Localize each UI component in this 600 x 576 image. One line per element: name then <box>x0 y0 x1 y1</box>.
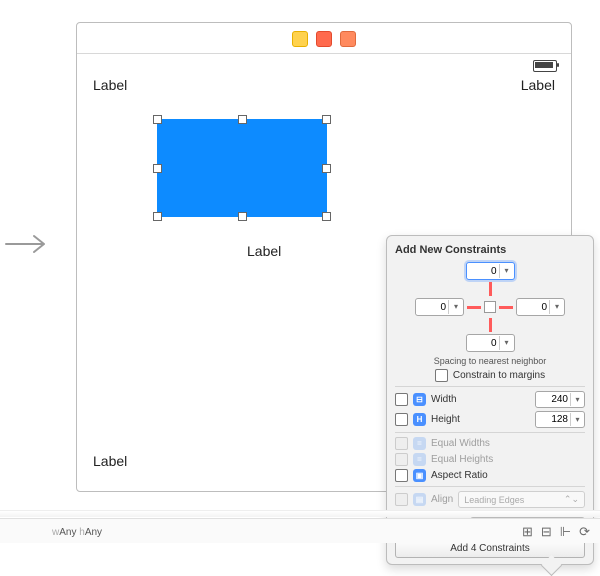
align-checkbox <box>395 493 408 506</box>
toolbar-button-red[interactable] <box>316 31 332 47</box>
right-spacing-input[interactable] <box>517 300 549 314</box>
canvas-label-bottom-left[interactable]: Label <box>93 453 127 469</box>
equal-heights-checkbox <box>395 453 408 466</box>
equal-widths-icon: = <box>413 437 426 450</box>
height-icon: H <box>413 413 426 426</box>
canvas-label-center[interactable]: Label <box>247 243 281 259</box>
resolve-icon[interactable]: ⟳ <box>579 524 590 540</box>
equal-heights-icon: = <box>413 453 426 466</box>
width-checkbox[interactable] <box>395 393 408 406</box>
height-checkbox[interactable] <box>395 413 408 426</box>
resize-handle[interactable] <box>322 115 331 124</box>
width-icon: ⊟ <box>413 393 426 406</box>
separator <box>395 386 585 387</box>
layout-toolbar: ⊞ ⊟ ⊩ ⟳ <box>522 524 590 540</box>
size-class-control[interactable]: wAny hAny <box>52 527 102 538</box>
top-spacing-field[interactable]: ▾ <box>466 262 515 280</box>
spacing-caption: Spacing to nearest neighbor <box>395 356 585 366</box>
canvas-label-top-left[interactable]: Label <box>93 77 127 93</box>
width-label: Width <box>431 394 457 405</box>
resize-handle[interactable] <box>322 164 331 173</box>
updown-icon: ⌃⌄ <box>564 494 579 505</box>
left-spacing-input[interactable] <box>416 300 448 314</box>
align-icon: ▤ <box>413 493 426 506</box>
constrain-margins-label: Constrain to margins <box>453 370 545 381</box>
aspect-ratio-label: Aspect Ratio <box>431 470 488 481</box>
toolbar-button-yellow[interactable] <box>292 31 308 47</box>
resize-handle[interactable] <box>153 212 162 221</box>
align-tool-icon[interactable]: ⊟ <box>541 524 552 540</box>
resize-handle[interactable] <box>322 212 331 221</box>
bottom-bar: wAny hAny ⊞ ⊟ ⊩ ⟳ <box>0 518 600 543</box>
chevron-down-icon[interactable]: ▾ <box>549 300 564 314</box>
canvas-toolbar <box>77 23 571 54</box>
constrain-margins-checkbox[interactable] <box>435 369 448 382</box>
height-val: Any <box>85 527 102 538</box>
left-strut-icon[interactable] <box>467 306 481 309</box>
chevron-down-icon[interactable]: ▾ <box>448 300 463 314</box>
popover-title: Add New Constraints <box>395 244 585 256</box>
equal-widths-label: Equal Widths <box>431 438 490 449</box>
resize-handle[interactable] <box>238 212 247 221</box>
align-label: Align <box>431 494 453 505</box>
width-input[interactable] <box>536 393 570 406</box>
resize-handle[interactable] <box>153 115 162 124</box>
equal-heights-label: Equal Heights <box>431 454 493 465</box>
resize-handle[interactable] <box>153 164 162 173</box>
height-label: Height <box>431 414 460 425</box>
right-strut-icon[interactable] <box>499 306 513 309</box>
divider <box>0 510 600 517</box>
battery-icon <box>533 60 557 72</box>
bottom-strut-icon[interactable] <box>489 318 492 332</box>
height-field[interactable]: ▾ <box>535 411 585 428</box>
bottom-spacing-input[interactable] <box>467 336 499 350</box>
align-select: Leading Edges ⌃⌄ <box>458 491 585 508</box>
stack-icon[interactable]: ⊞ <box>522 524 533 540</box>
pin-icon[interactable]: ⊩ <box>560 524 571 540</box>
width-field[interactable]: ▾ <box>535 391 585 408</box>
aspect-ratio-checkbox[interactable] <box>395 469 408 482</box>
aspect-ratio-icon: ▣ <box>413 469 426 482</box>
right-spacing-field[interactable]: ▾ <box>516 298 565 316</box>
align-selected-option: Leading Edges <box>464 495 524 505</box>
selected-view[interactable] <box>157 119 327 217</box>
top-spacing-input[interactable] <box>467 264 499 278</box>
top-strut-icon[interactable] <box>489 282 492 296</box>
chevron-down-icon[interactable]: ▾ <box>499 336 514 350</box>
toolbar-button-orange[interactable] <box>340 31 356 47</box>
bottom-spacing-field[interactable]: ▾ <box>466 334 515 352</box>
height-input[interactable] <box>536 413 570 426</box>
forward-arrow-icon <box>4 230 52 258</box>
popover-tail <box>541 555 562 576</box>
separator <box>395 432 585 433</box>
canvas-toolbar-buttons <box>292 31 356 47</box>
width-val: Any <box>59 527 76 538</box>
separator <box>395 486 585 487</box>
canvas-label-top-right[interactable]: Label <box>521 77 555 93</box>
spacing-controls: ▾ ▾ ▾ ▾ <box>395 262 585 352</box>
equal-widths-checkbox <box>395 437 408 450</box>
chevron-down-icon[interactable]: ▾ <box>570 413 584 426</box>
chevron-down-icon[interactable]: ▾ <box>570 393 584 406</box>
chevron-down-icon[interactable]: ▾ <box>499 264 514 278</box>
left-spacing-field[interactable]: ▾ <box>415 298 464 316</box>
center-box-icon <box>484 301 496 313</box>
resize-handle[interactable] <box>238 115 247 124</box>
